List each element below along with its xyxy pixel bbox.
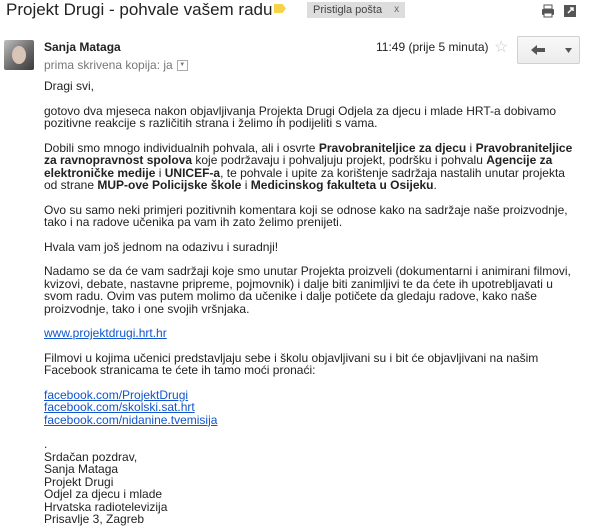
message-time: 11:49 (prije 5 minuta) bbox=[376, 40, 489, 54]
org-mup: MUP-ove Policijske škole bbox=[97, 178, 242, 192]
paragraph-3: Ovo su samo neki primjeri pozitivnih kom… bbox=[44, 202, 568, 229]
print-icon[interactable] bbox=[541, 4, 555, 18]
reply-icon bbox=[531, 45, 545, 55]
label-chip-inbox[interactable]: Pristigla pošta x bbox=[307, 2, 406, 18]
signature-line: Odjel za djecu i mlade bbox=[44, 487, 163, 501]
paragraph-2: Dobili smo mnogo individualnih pohvala, … bbox=[44, 140, 573, 192]
org-medicinski: Medicinskog fakulteta u Osijeku bbox=[250, 178, 434, 192]
signature-line: Srdačan pozdrav, bbox=[44, 449, 138, 464]
link-projektdrugi[interactable]: www.projektdrugi.hrt.hr bbox=[44, 326, 167, 340]
star-icon[interactable]: ☆ bbox=[494, 37, 508, 57]
recipient-text: prima skrivena kopija: ja bbox=[44, 58, 173, 72]
paragraph-6: Filmovi u kojima učenici predstavljaju s… bbox=[44, 350, 539, 377]
greeting: Dragi svi, bbox=[44, 79, 95, 93]
paragraph-4: Hvala vam još jednom na odazivu i suradn… bbox=[44, 239, 279, 254]
sender-row: Sanja Mataga prima skrivena kopija: ja ▼… bbox=[0, 36, 593, 76]
reply-button[interactable] bbox=[517, 36, 559, 64]
signature-dot: . bbox=[44, 437, 48, 451]
recipient-line: prima skrivena kopija: ja ▼ bbox=[44, 58, 188, 72]
signature-line: Prisavlje 3, Zagreb bbox=[44, 512, 145, 526]
message-body: Dragi svi, gotovo dva mjeseca nakon obja… bbox=[44, 80, 574, 526]
sender-name[interactable]: Sanja Mataga bbox=[44, 40, 121, 54]
subject-title: Projekt Drugi - pohvale vašem radu bbox=[6, 0, 273, 19]
paragraph-5: Nadamo se da će vam sadržaji koje smo un… bbox=[44, 264, 571, 316]
message-header: Projekt Drugi - pohvale vašem radu Prist… bbox=[0, 0, 593, 24]
link-fb-nidanine[interactable]: facebook.com/nidanine.tvemisija bbox=[44, 413, 217, 427]
label-remove-button[interactable]: x bbox=[394, 2, 399, 18]
popout-icon[interactable] bbox=[563, 4, 577, 18]
more-actions-button[interactable] bbox=[557, 36, 580, 64]
dropdown-icon bbox=[564, 47, 572, 53]
signature-line: Sanja Mataga bbox=[44, 462, 119, 476]
details-dropdown-icon[interactable]: ▼ bbox=[176, 59, 188, 71]
important-marker-icon[interactable] bbox=[274, 4, 286, 13]
label-chip-text: Pristigla pošta bbox=[313, 4, 383, 16]
paragraph-1: gotovo dva mjeseca nakon objavljivanja P… bbox=[44, 103, 557, 130]
avatar[interactable] bbox=[4, 40, 34, 70]
